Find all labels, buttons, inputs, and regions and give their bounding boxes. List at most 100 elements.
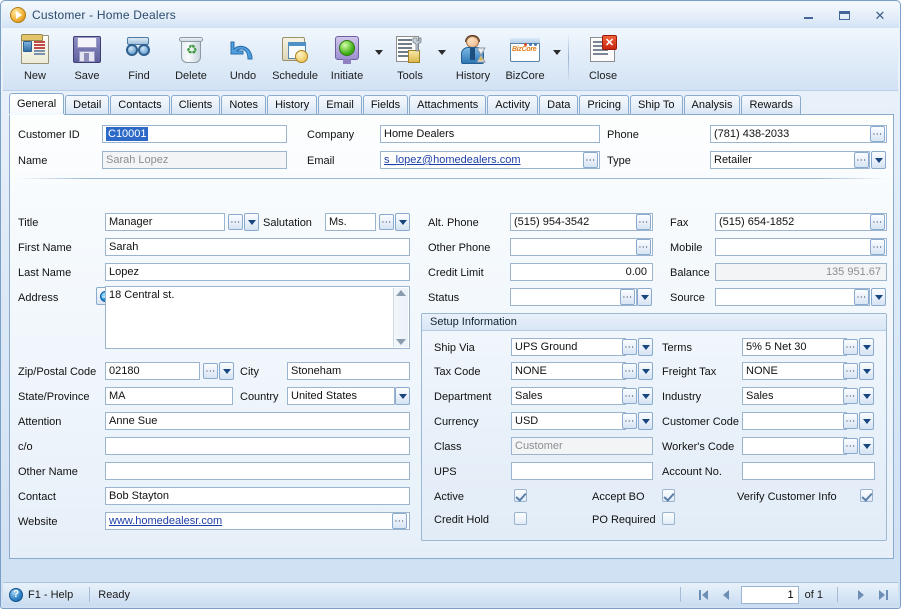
status-input[interactable]	[510, 288, 637, 306]
currency-browse-button[interactable]: ⋯	[622, 413, 637, 429]
workers-code-browse-button[interactable]: ⋯	[843, 438, 858, 454]
customer-code-input[interactable]	[742, 412, 847, 430]
industry-browse-button[interactable]: ⋯	[843, 388, 858, 404]
toolbar-close-button[interactable]: ✕ Close	[577, 31, 629, 87]
currency-dropdown-button[interactable]	[638, 412, 653, 430]
type-browse-button[interactable]: ⋯	[854, 152, 869, 168]
country-dropdown-button[interactable]	[395, 387, 410, 405]
industry-input[interactable]: Sales	[742, 387, 847, 405]
status-browse-button[interactable]: ⋯	[620, 289, 635, 305]
address-scrollbar[interactable]	[393, 288, 408, 347]
country-input[interactable]: United States	[287, 387, 395, 405]
source-browse-button[interactable]: ⋯	[854, 289, 869, 305]
currency-input[interactable]: USD	[511, 412, 626, 430]
page-number-input[interactable]: 1	[740, 585, 799, 604]
type-input[interactable]: Retailer	[710, 151, 870, 169]
mobile-input[interactable]	[715, 238, 887, 256]
account-no-input[interactable]	[742, 462, 875, 480]
scroll-down-icon[interactable]	[396, 339, 406, 345]
tab-activity[interactable]: Activity	[487, 95, 539, 114]
tab-data[interactable]: Data	[539, 95, 579, 114]
customer-id-input[interactable]: C10001	[102, 125, 287, 143]
other-phone-input[interactable]	[510, 238, 653, 256]
source-dropdown-button[interactable]	[871, 288, 886, 306]
industry-dropdown-button[interactable]	[859, 387, 874, 405]
department-dropdown-button[interactable]	[638, 387, 653, 405]
tab-attachments[interactable]: Attachments	[409, 95, 487, 114]
fax-input[interactable]: (515) 654-1852	[715, 213, 887, 231]
toolbar-schedule-button[interactable]: Schedule	[269, 31, 321, 87]
status-dropdown-button[interactable]	[637, 288, 652, 306]
title-dropdown-button[interactable]	[244, 213, 259, 231]
tax-code-dropdown-button[interactable]	[638, 362, 653, 380]
tab-pricing[interactable]: Pricing	[579, 95, 630, 114]
ship-via-dropdown-button[interactable]	[638, 338, 653, 356]
tab-notes[interactable]: Notes	[221, 95, 267, 114]
freight-tax-browse-button[interactable]: ⋯	[843, 363, 858, 379]
workers-code-dropdown-button[interactable]	[859, 437, 874, 455]
contact-input[interactable]: Bob Stayton	[105, 487, 410, 505]
co-input[interactable]	[105, 437, 410, 455]
toolbar-find-button[interactable]: Find	[113, 31, 165, 87]
nav-first-button[interactable]	[695, 586, 712, 603]
ship-via-input[interactable]: UPS Ground	[511, 338, 626, 356]
toolbar-save-button[interactable]: Save	[61, 31, 113, 87]
tab-ship-to[interactable]: Ship To	[630, 95, 683, 114]
verify-customer-info-checkbox[interactable]	[860, 489, 873, 502]
accept-bo-checkbox[interactable]	[662, 489, 675, 502]
toolbar-bizcore-dropdown-arrow[interactable]	[551, 31, 562, 87]
workers-code-input[interactable]	[742, 437, 847, 455]
freight-tax-dropdown-button[interactable]	[859, 362, 874, 380]
department-input[interactable]: Sales	[511, 387, 626, 405]
department-browse-button[interactable]: ⋯	[622, 388, 637, 404]
phone-input[interactable]: (781) 438-2033	[710, 125, 887, 143]
po-required-checkbox[interactable]	[662, 512, 675, 525]
attention-input[interactable]: Anne Sue	[105, 412, 410, 430]
tab-email[interactable]: Email	[318, 95, 362, 114]
toolbar-new-button[interactable]: New	[9, 31, 61, 87]
toolbar-initiate-button[interactable]: Initiate	[321, 31, 373, 87]
credit-hold-checkbox[interactable]	[514, 512, 527, 525]
other-name-input[interactable]	[105, 462, 410, 480]
other-phone-browse-button[interactable]: ⋯	[636, 239, 651, 255]
tab-history[interactable]: History	[267, 95, 318, 114]
first-name-input[interactable]: Sarah	[105, 238, 410, 256]
website-link[interactable]: www.homedealesr.com	[109, 515, 222, 527]
website-browse-button[interactable]: ⋯	[392, 513, 407, 529]
website-input[interactable]: www.homedealesr.com	[105, 512, 410, 530]
state-input[interactable]: MA	[105, 387, 233, 405]
tab-fields[interactable]: Fields	[362, 95, 409, 114]
toolbar-initiate-dropdown-arrow[interactable]	[373, 31, 384, 87]
tab-detail[interactable]: Detail	[65, 95, 110, 114]
tax-code-browse-button[interactable]: ⋯	[622, 363, 637, 379]
zip-browse-button[interactable]: ⋯	[203, 363, 218, 379]
type-dropdown-button[interactable]	[871, 151, 886, 169]
alt-phone-input[interactable]: (515) 954-3542	[510, 213, 653, 231]
phone-browse-button[interactable]: ⋯	[870, 126, 885, 142]
terms-dropdown-button[interactable]	[859, 338, 874, 356]
city-input[interactable]: Stoneham	[287, 362, 410, 380]
help-button[interactable]: ? F1 - Help	[9, 587, 81, 602]
title-browse-button[interactable]: ⋯	[228, 214, 243, 230]
nav-prev-button[interactable]	[718, 586, 735, 603]
terms-browse-button[interactable]: ⋯	[843, 339, 858, 355]
salutation-browse-button[interactable]: ⋯	[379, 214, 394, 230]
tax-code-input[interactable]: NONE	[511, 362, 626, 380]
toolbar-undo-button[interactable]: Undo	[217, 31, 269, 87]
source-input[interactable]	[715, 288, 870, 306]
address-textarea[interactable]: 18 Central st.	[105, 286, 410, 349]
tab-contacts[interactable]: Contacts	[110, 95, 170, 114]
company-input[interactable]: Home Dealers	[380, 125, 600, 143]
freight-tax-input[interactable]: NONE	[742, 362, 847, 380]
toolbar-bizcore-button[interactable]: BizCore BizCore	[499, 31, 551, 87]
close-button[interactable]: ✕	[869, 6, 891, 24]
minimize-button[interactable]	[797, 6, 819, 24]
maximize-button[interactable]	[833, 6, 855, 24]
email-browse-button[interactable]: ⋯	[583, 152, 598, 168]
zip-input[interactable]: 02180	[105, 362, 200, 380]
alt-phone-browse-button[interactable]: ⋯	[636, 214, 651, 230]
email-input[interactable]: s_lopez@homedealers.com	[380, 151, 600, 169]
salutation-dropdown-button[interactable]	[395, 213, 410, 231]
mobile-browse-button[interactable]: ⋯	[870, 239, 885, 255]
credit-limit-input[interactable]: 0.00	[510, 263, 653, 281]
